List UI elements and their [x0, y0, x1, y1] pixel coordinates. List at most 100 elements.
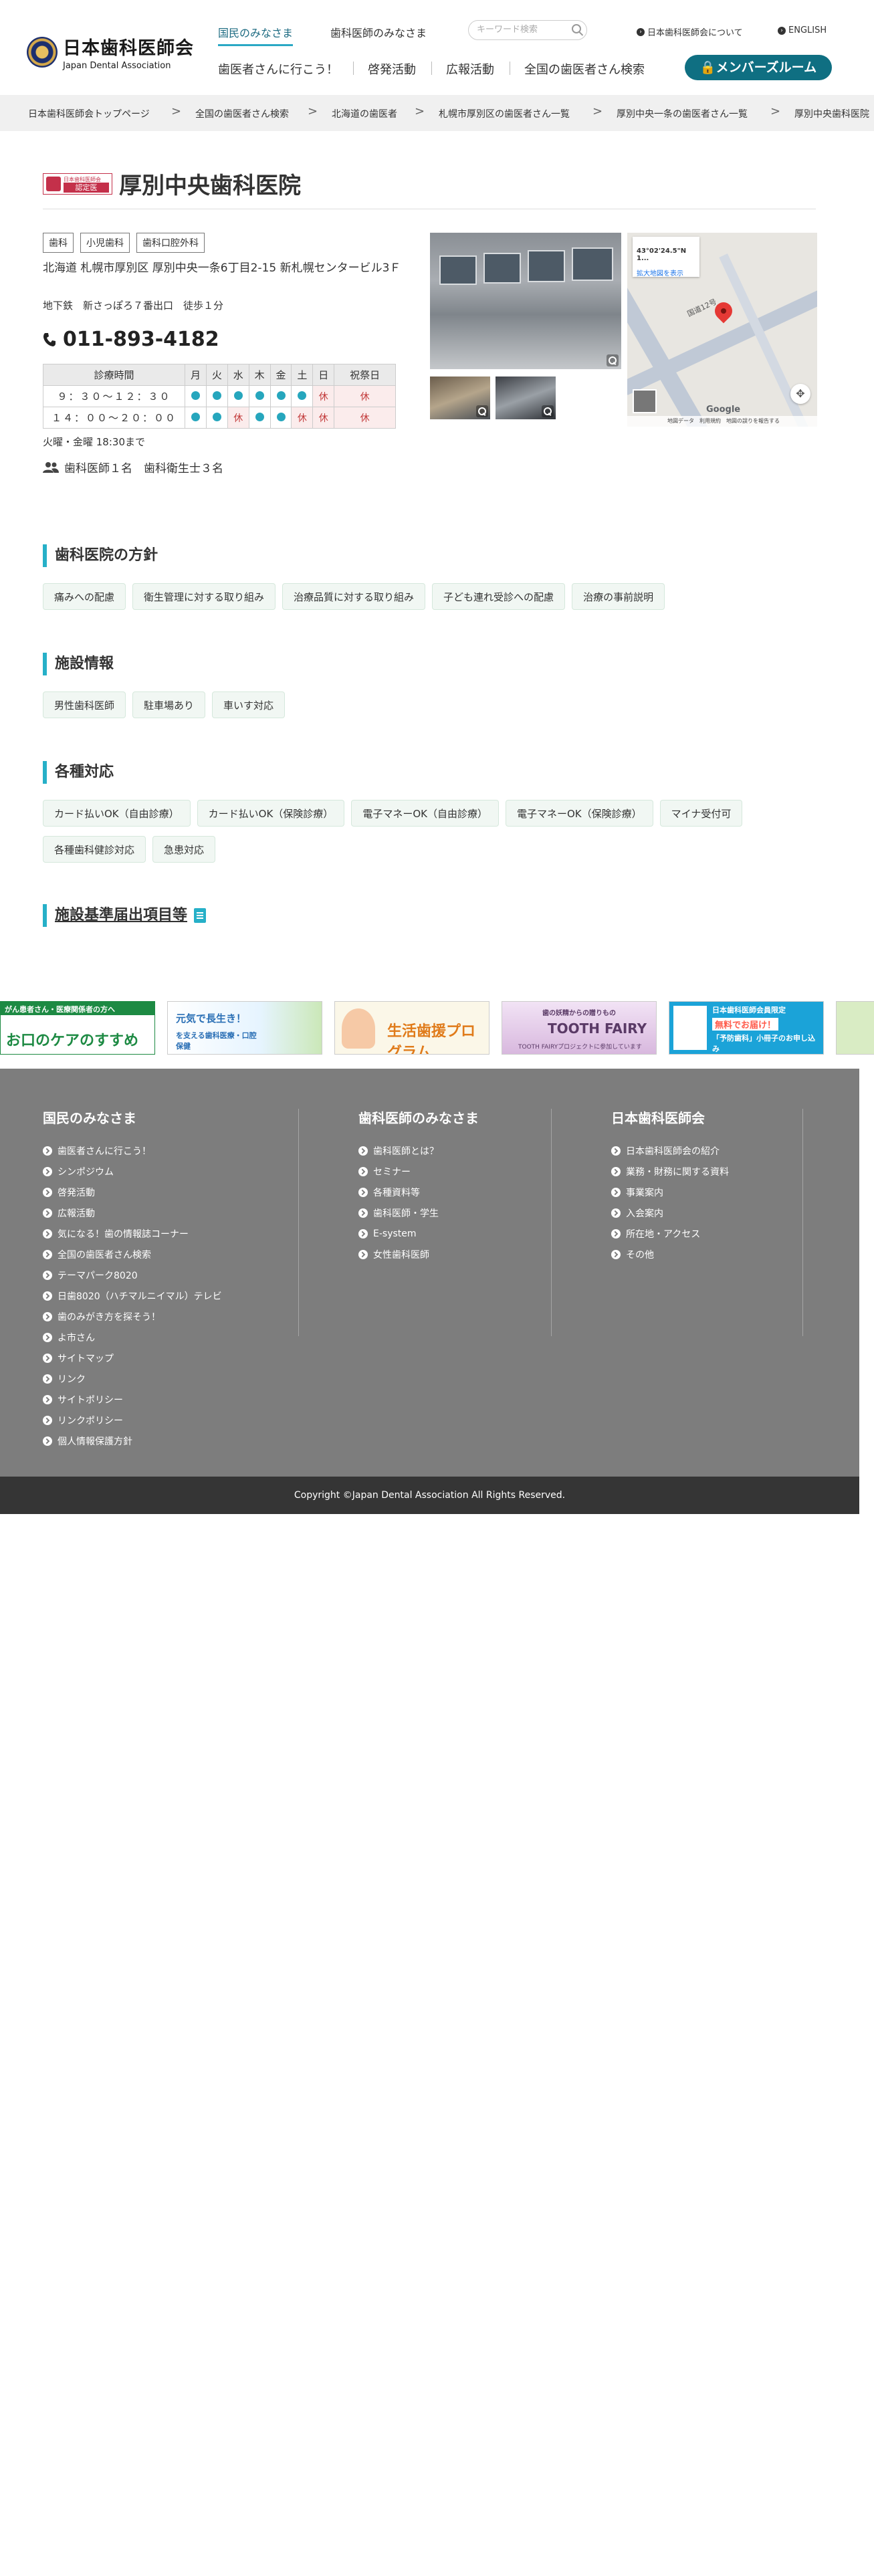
arrow-circle-icon	[358, 1166, 368, 1176]
footer-link[interactable]: 入会案内	[611, 1202, 729, 1223]
banner-healthy-aging[interactable]: 元気で長生き！ を支える歯科医療・口腔保健	[167, 1001, 322, 1055]
zoom-icon[interactable]	[607, 354, 619, 366]
clinic-photo-thumb[interactable]	[496, 377, 556, 419]
hours-cell: 休	[291, 407, 314, 429]
footer-link[interactable]: 各種資料等	[358, 1182, 479, 1202]
map-info-card: 43°02'24.5"N 1... 拡大地図を表示	[633, 237, 699, 278]
breadcrumb-item[interactable]: 全国の歯医者さん検索	[195, 107, 289, 120]
nav-top-dentists[interactable]: 歯科医師のみなさま	[330, 24, 427, 40]
staff-count: 歯科医師１名 歯科衛生士３名	[64, 462, 223, 475]
footer-link-label: 歯のみがき方を探そう！	[58, 1311, 160, 1323]
hours-header-day: 水	[227, 364, 249, 386]
copyright: Copyright ©Japan Dental Association All …	[0, 1477, 859, 1514]
support-chips: カード払いOK（自由診療） カード払いOK（保険診療） 電子マネーOK（自由診療…	[43, 800, 832, 872]
clinic-photo-thumb[interactable]	[430, 377, 490, 419]
banner-text: 日本歯科医師会員限定	[712, 1006, 786, 1014]
arrow-circle-icon	[611, 1208, 621, 1218]
footer-link-label: 女性歯科医師	[373, 1249, 429, 1261]
arrow-circle-icon	[43, 1394, 52, 1404]
clinic-photo-main[interactable]	[430, 233, 621, 369]
footer-link[interactable]: 歯医者さんに行こう！	[43, 1140, 222, 1161]
footer-link[interactable]: よ市さん	[43, 1327, 222, 1348]
footer-link[interactable]: 日本歯科医師会の紹介	[611, 1140, 729, 1161]
policy-chip: 痛みへの配慮	[43, 583, 126, 610]
footer-link[interactable]: 全国の歯医者さん検索	[43, 1244, 222, 1265]
footer-link[interactable]: 所在地・アクセス	[611, 1223, 729, 1244]
hours-header-day: 日	[312, 364, 335, 386]
footer-link-label: 歯医者さんに行こう！	[58, 1146, 151, 1157]
arrow-circle-icon	[43, 1146, 52, 1156]
footer-link[interactable]: サイトマップ	[43, 1348, 222, 1368]
footer-link[interactable]: 事業案内	[611, 1182, 729, 1202]
footer-link[interactable]: シンポジウム	[43, 1161, 222, 1182]
standards-title: 施設基準届出項目等	[55, 907, 188, 924]
footer-link[interactable]: リンクポリシー	[43, 1410, 222, 1430]
search-icon[interactable]	[572, 24, 581, 33]
search-input[interactable]: キーワード検索	[468, 20, 587, 40]
zoom-icon[interactable]	[476, 405, 488, 417]
footer-link[interactable]: テーマパーク8020	[43, 1265, 222, 1285]
footer-link[interactable]: 日歯8020（ハチマルニイマル）テレビ	[43, 1285, 222, 1306]
footer-link[interactable]: セミナー	[358, 1161, 479, 1182]
footer-link[interactable]: E-system	[358, 1223, 479, 1244]
street-view-thumb[interactable]	[633, 389, 657, 413]
fullscreen-icon[interactable]: ✥	[790, 384, 810, 404]
banner-prevention[interactable]: 日本歯科医師会員限定 無料でお届け！ 「予防歯科」小冊子のお申し込み	[669, 1001, 824, 1055]
site-logo[interactable]: 日本歯科医師会 Japan Dental Association	[27, 33, 194, 71]
footer-link-label: テーマパーク8020	[58, 1270, 138, 1281]
footer-link[interactable]: リンク	[43, 1368, 222, 1389]
footer-link[interactable]: サイトポリシー	[43, 1389, 222, 1410]
banner-oral-care[interactable]: がん患者さん・医療関係者の方へ お口のケアのすすめ	[0, 1001, 155, 1055]
map-enlarge-link[interactable]: 拡大地図を表示	[637, 267, 695, 278]
footer-link-label: シンポジウム	[58, 1166, 114, 1178]
nav-dentist-search[interactable]: 全国の歯医者さん検索	[524, 60, 645, 78]
banner-tooth-fairy[interactable]: 歯の妖精からの贈りもの TOOTH FAIRY TOOTH FAIRYプロジェク…	[502, 1001, 657, 1055]
footer-link[interactable]: 業務・財務に関する資料	[611, 1161, 729, 1182]
arrow-circle-icon	[611, 1228, 621, 1239]
about-link[interactable]: › 日本歯科医師会について	[637, 25, 743, 38]
banner-partial[interactable]	[836, 1001, 874, 1055]
certified-logo-icon	[46, 176, 61, 191]
hours-cell	[269, 385, 292, 407]
arrow-circle-icon	[611, 1166, 621, 1176]
nav-pr[interactable]: 広報活動	[446, 60, 494, 78]
nav-top-citizens[interactable]: 国民のみなさま	[218, 24, 294, 46]
map-footer[interactable]: 地図データ 利用規約 地図の誤りを報告する	[627, 416, 817, 427]
nav-go-dentist[interactable]: 歯医者さんに行こう！	[218, 60, 338, 78]
google-map[interactable]: 国道12号 43°02'24.5"N 1... 拡大地図を表示 ✥ Google…	[627, 233, 817, 427]
facility-chip: 車いす対応	[212, 691, 286, 718]
english-link[interactable]: › ENGLISH	[778, 25, 827, 35]
footer-link-label: 日本歯科医師会の紹介	[626, 1146, 720, 1157]
zoom-icon[interactable]	[542, 405, 554, 417]
nav-awareness[interactable]: 啓発活動	[368, 60, 416, 78]
footer-link[interactable]: 個人情報保護方針	[43, 1430, 222, 1451]
breadcrumb-item[interactable]: 札幌市厚別区の歯医者さん一覧	[439, 107, 570, 120]
arrow-circle-icon	[43, 1187, 52, 1197]
breadcrumb-item[interactable]: 厚別中央一条の歯医者さん一覧	[617, 107, 748, 120]
footer-link[interactable]: 広報活動	[43, 1202, 222, 1223]
hours-note: 火曜・金曜 18:30まで	[43, 436, 145, 448]
footer-link[interactable]: その他	[611, 1244, 729, 1265]
hours-row: ９：３０～１２：３０ 休 休	[43, 385, 396, 407]
arrow-circle-icon	[358, 1208, 368, 1218]
footer-link[interactable]: 歯科医師・学生	[358, 1202, 479, 1223]
facility-chips: 男性歯科医師 駐車場あり 車いす対応	[43, 691, 832, 728]
footer-col-citizens: 国民のみなさま 歯医者さんに行こう！ シンポジウム 啓発活動 広報活動 気になる！歯の情…	[43, 1107, 222, 1451]
breadcrumb-item[interactable]: 北海道の歯医者	[332, 107, 397, 120]
clinic-phone[interactable]: 011-893-4182	[43, 328, 219, 351]
footer-link[interactable]: 啓発活動	[43, 1182, 222, 1202]
arrow-circle-icon	[358, 1146, 368, 1156]
footer-link[interactable]: 女性歯科医師	[358, 1244, 479, 1265]
building-window	[572, 247, 613, 281]
footer-link[interactable]: 歯科医師とは？	[358, 1140, 479, 1161]
standards-link[interactable]: 施設基準届出項目等	[43, 904, 207, 927]
footer-link[interactable]: 歯のみがき方を探そう！	[43, 1306, 222, 1327]
footer-divider	[551, 1109, 552, 1336]
jda-emblem-icon	[27, 37, 58, 68]
footer-link[interactable]: 気になる！歯の情報誌コーナー	[43, 1223, 222, 1244]
open-dot-icon	[255, 412, 264, 421]
breadcrumb-item[interactable]: 日本歯科医師会トップページ	[28, 107, 150, 120]
members-room-button[interactable]: 🔒メンバーズルーム	[685, 55, 832, 80]
hours-row: １４：００～２０：００ 休 休 休 休	[43, 407, 396, 429]
banner-life-program[interactable]: 生活歯援プログラム	[334, 1001, 489, 1055]
